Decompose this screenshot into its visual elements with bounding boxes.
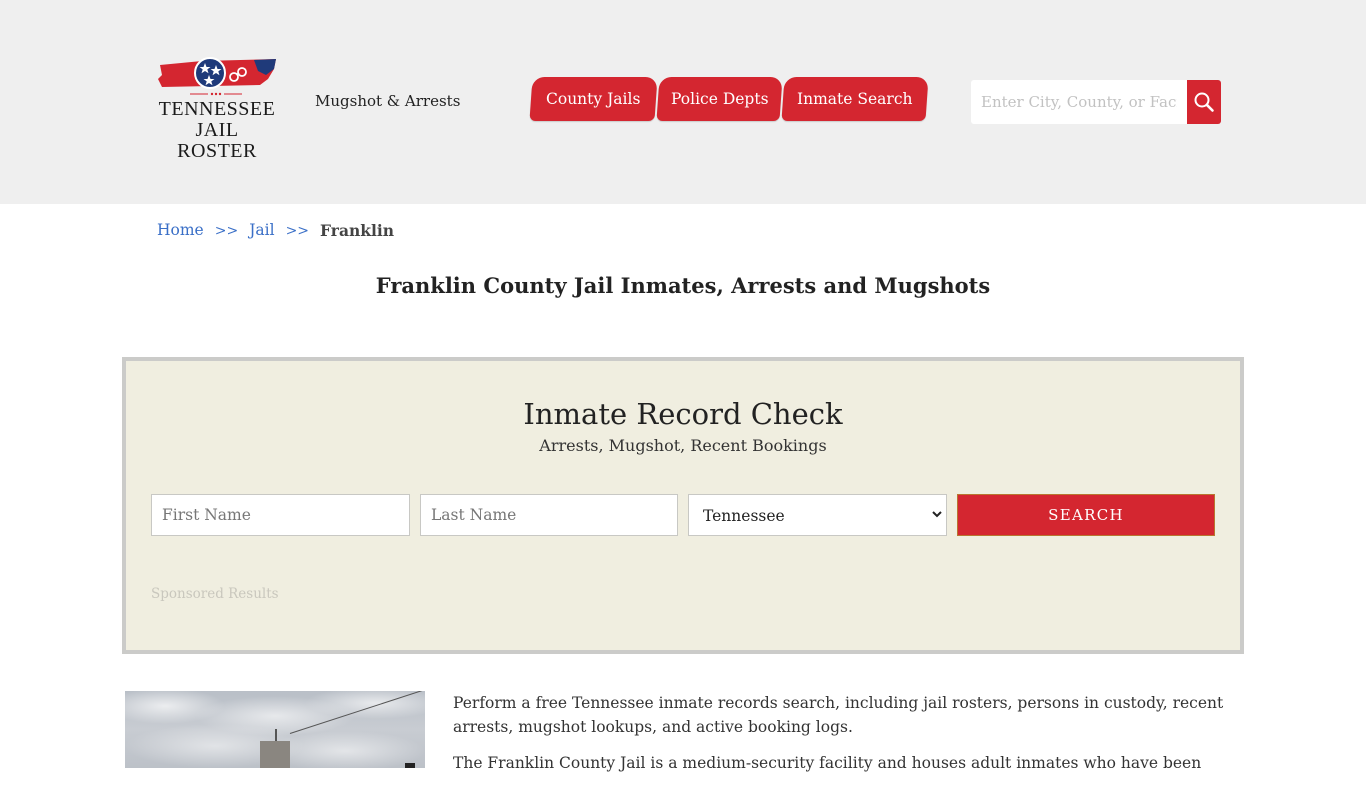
- flag: [405, 763, 415, 768]
- state-select[interactable]: Tennessee: [688, 494, 947, 536]
- intro-text: Perform a free Tennessee inmate records …: [453, 691, 1233, 787]
- breadcrumb-separator: >>: [285, 223, 310, 239]
- nav-police-depts-label: Police Depts: [670, 90, 769, 108]
- jail-photo: [125, 691, 425, 768]
- tennessee-state-icon: [158, 57, 276, 96]
- facility-paragraph: The Franklin County Jail is a medium-sec…: [453, 754, 1202, 772]
- first-name-input[interactable]: [151, 494, 410, 536]
- nav-inmate-search-label: Inmate Search: [797, 90, 913, 108]
- site-header: TENNESSEE JAIL ROSTER Mugshot & Arrests …: [0, 0, 1366, 204]
- nav-police-depts[interactable]: Police Depts: [656, 77, 783, 121]
- site-logo[interactable]: TENNESSEE JAIL ROSTER: [154, 57, 280, 162]
- record-search-button[interactable]: SEARCH: [957, 494, 1215, 536]
- breadcrumb-jail[interactable]: Jail: [249, 221, 274, 241]
- logo-line1: TENNESSEE: [158, 98, 276, 120]
- nav-county-jails[interactable]: County Jails: [529, 77, 658, 121]
- nav-county-jails-label: County Jails: [546, 90, 641, 108]
- site-tagline: Mugshot & Arrests: [315, 92, 461, 110]
- intro-paragraph: Perform a free Tennessee inmate records …: [453, 694, 1224, 736]
- last-name-input[interactable]: [420, 494, 678, 536]
- site-search-input[interactable]: [971, 80, 1187, 124]
- inmate-record-check-panel: Inmate Record Check Arrests, Mugshot, Re…: [122, 357, 1244, 654]
- logo-text: TENNESSEE JAIL ROSTER: [154, 99, 280, 162]
- breadcrumb-separator: >>: [214, 223, 239, 239]
- breadcrumb-current: Franklin: [320, 221, 395, 240]
- breadcrumb: Home >> Jail >> Franklin: [157, 221, 394, 241]
- breadcrumb-home[interactable]: Home: [157, 221, 204, 241]
- power-line: [289, 691, 425, 734]
- record-check-subtitle: Arrests, Mugshot, Recent Bookings: [539, 436, 827, 455]
- main-nav: County Jails Police Depts Inmate Search: [529, 77, 929, 121]
- search-icon: [1194, 92, 1214, 112]
- nav-inmate-search[interactable]: Inmate Search: [781, 77, 929, 121]
- site-search-button[interactable]: [1187, 80, 1221, 124]
- page-title: Franklin County Jail Inmates, Arrests an…: [375, 273, 991, 298]
- site-search: [971, 80, 1221, 124]
- sponsored-results-label: Sponsored Results: [151, 586, 279, 602]
- logo-line2: JAIL ROSTER: [177, 119, 257, 162]
- building-tower: [260, 741, 290, 768]
- record-check-title: Inmate Record Check: [523, 397, 843, 431]
